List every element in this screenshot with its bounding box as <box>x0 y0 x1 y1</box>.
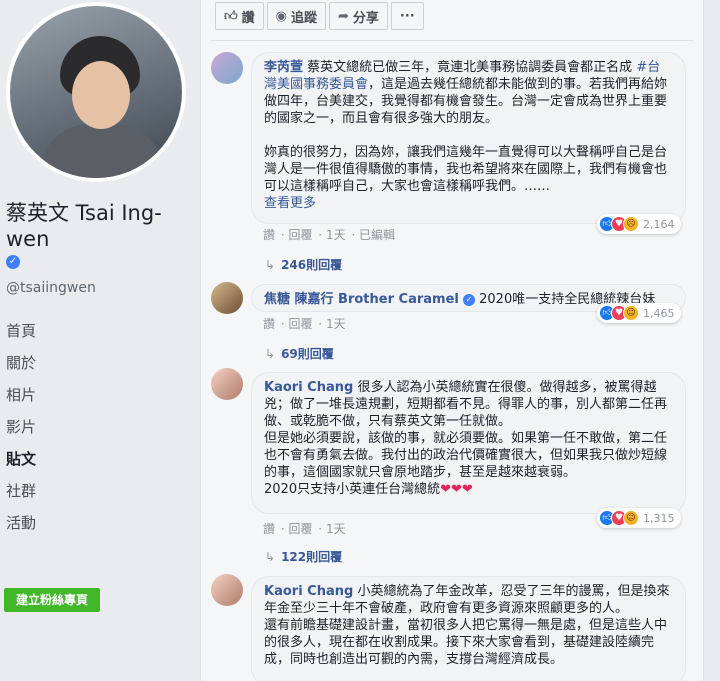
haha-reaction-icon: ☺ <box>623 305 639 321</box>
comment-text: 蔡英文總統已做三年，竟連北美事務協調委員會都正名成 <box>307 60 633 75</box>
comment-author[interactable]: 焦糖 陳嘉行 Brother Caramel <box>264 292 459 307</box>
nav-item-home[interactable]: 首頁 <box>0 315 200 347</box>
comment-bubble: Kaori Chang 很多人認為小英總統實在很傻。做得越多，被罵得越兇；做了一… <box>251 372 686 514</box>
reply-arrow-icon: ↳ <box>265 550 276 564</box>
comment-author[interactable]: Kaori Chang <box>264 584 353 599</box>
follow-button[interactable]: ◉ 追蹤 <box>266 2 326 30</box>
comment-timestamp[interactable]: 1天 <box>326 522 346 536</box>
reaction-summary[interactable]: 👍︎ ♥ ☹ 2,164 <box>597 214 681 234</box>
nav-item-videos[interactable]: 影片 <box>0 411 200 443</box>
nav-item-about[interactable]: 關於 <box>0 347 200 379</box>
avatar-face <box>72 61 130 129</box>
comment-paragraph: 2020只支持小英連任台灣總統❤❤❤ <box>264 481 673 498</box>
nav-item-events[interactable]: 活動 <box>0 507 200 539</box>
avatar[interactable] <box>211 368 243 400</box>
heart-emoji-icon: ❤❤❤ <box>440 482 473 497</box>
rss-icon: ◉ <box>275 8 287 24</box>
more-options-button[interactable]: ··· <box>390 2 424 30</box>
share-arrow-icon: ➦ <box>337 8 349 24</box>
sad-reaction-icon: ☹ <box>623 216 639 232</box>
comment-reply-link[interactable]: 回覆 <box>288 522 312 536</box>
comment-author[interactable]: 李芮萱 <box>264 60 303 75</box>
comment-meta: 讚 · 回覆 · 1天 <box>263 317 346 331</box>
comment-reply-link[interactable]: 回覆 <box>288 228 312 242</box>
like-button[interactable]: 👍︎ 讚 <box>215 2 264 30</box>
comment-bubble: Kaori Chang 小英總統為了年金改革，忍受了三年的謾罵，但是換來年金至少… <box>251 576 686 681</box>
nav-item-community[interactable]: 社群 <box>0 475 200 507</box>
like-label: 讚 <box>241 10 255 26</box>
page-handle[interactable]: @tsaiingwen <box>6 280 96 296</box>
comment-meta: 讚 · 回覆 · 1天 <box>263 522 346 536</box>
reply-arrow-icon: ↳ <box>265 347 276 361</box>
reaction-count: 2,164 <box>643 217 675 231</box>
comment-text: 妳真的很努力，因為妳，讓我們這幾年一直覺得可以大聲稱呼自己是台灣人是一件很值得驕… <box>264 145 668 194</box>
avatar[interactable] <box>211 282 243 314</box>
view-replies-link[interactable]: ↳ 246則回覆 <box>265 256 342 273</box>
reaction-summary[interactable]: 👍︎ ♥ ☺ 1,315 <box>597 508 681 528</box>
comment-author[interactable]: Kaori Chang <box>264 380 353 395</box>
reaction-summary[interactable]: 👍︎ ♥ ☺ 1,465 <box>597 303 681 323</box>
comment-bubble: 李芮萱 蔡英文總統已做三年，竟連北美事務協調委員會都正名成 #台灣美國事務委員會… <box>251 52 686 224</box>
reaction-count: 1,465 <box>643 306 675 320</box>
comment-paragraph: Kaori Chang 小英總統為了年金改革，忍受了三年的謾罵，但是換來年金至少… <box>264 583 673 617</box>
comment-paragraph: 李芮萱 蔡英文總統已做三年，竟連北美事務協調委員會都正名成 #台灣美國事務委員會… <box>264 59 673 127</box>
comment-meta: 讚 · 回覆 · 1天 · 已編輯 <box>263 228 396 242</box>
comment-text: 但是她必須要說，該做的事，就必須要做。如果第一任不敢做，第二任也不會有勇氣去做。… <box>264 431 668 480</box>
comment-paragraph: Kaori Chang 很多人認為小英總統實在很傻。做得越多，被罵得越兇；做了一… <box>264 379 673 430</box>
view-replies-link[interactable]: ↳ 69則回覆 <box>265 345 334 362</box>
comment-timestamp[interactable]: 1天 <box>326 317 346 331</box>
reaction-count: 1,315 <box>643 511 675 525</box>
replies-count: 122則回覆 <box>281 550 343 564</box>
comment-like-link[interactable]: 讚 <box>263 228 275 242</box>
view-replies-link[interactable]: ↳ 122則回覆 <box>265 548 342 565</box>
post-action-bar: 👍︎ 讚 ◉ 追蹤 ➦ 分享 ··· <box>215 2 424 32</box>
comment-text: 還有前瞻基礎建設計畫，當初很多人把它罵得一無是處，但是這些人中的很多人，現在都在… <box>264 618 668 667</box>
verified-badge-icon: ✓ <box>462 294 475 306</box>
nav-item-photos[interactable]: 相片 <box>0 379 200 411</box>
more-icon: ··· <box>399 8 415 24</box>
page-sidebar: 蔡英文 Tsai Ing-wen ✓ @tsaiingwen 首頁 關於 相片 … <box>0 0 200 681</box>
share-label: 分享 <box>352 10 379 26</box>
page-nav: 首頁 關於 相片 影片 貼文 社群 活動 <box>0 315 200 539</box>
comment-like-link[interactable]: 讚 <box>263 522 275 536</box>
comment-like-link[interactable]: 讚 <box>263 317 275 331</box>
create-page-button[interactable]: 建立粉絲專頁 <box>4 588 100 612</box>
verified-badge-icon: ✓ <box>6 255 20 269</box>
avatar <box>10 6 182 178</box>
comment-timestamp[interactable]: 1天 <box>326 228 346 242</box>
replies-count: 246則回覆 <box>281 258 343 272</box>
follow-label: 追蹤 <box>290 10 317 26</box>
page-title[interactable]: 蔡英文 Tsai Ing-wen <box>6 200 196 252</box>
avatar[interactable] <box>211 52 243 84</box>
see-more-link[interactable]: 查看更多 <box>264 195 673 212</box>
edited-label[interactable]: 已編輯 <box>359 228 395 242</box>
comment-text: 2020只支持小英連任台灣總統 <box>264 482 441 497</box>
share-button[interactable]: ➦ 分享 <box>328 2 388 30</box>
comment-reply-link[interactable]: 回覆 <box>288 317 312 331</box>
avatar-body <box>40 124 164 178</box>
comments-feed: 👍︎ 讚 ◉ 追蹤 ➦ 分享 ··· 李芮萱 蔡英文總統已做三年，竟連北美事務協… <box>200 0 704 681</box>
replies-count: 69則回覆 <box>281 347 334 361</box>
haha-reaction-icon: ☺ <box>623 510 639 526</box>
thumbs-up-icon: 👍︎ <box>224 8 238 24</box>
nav-item-posts[interactable]: 貼文 <box>0 443 200 475</box>
profile-picture[interactable] <box>6 2 186 182</box>
reply-arrow-icon: ↳ <box>265 258 276 272</box>
divider <box>211 40 693 41</box>
avatar[interactable] <box>211 574 243 606</box>
